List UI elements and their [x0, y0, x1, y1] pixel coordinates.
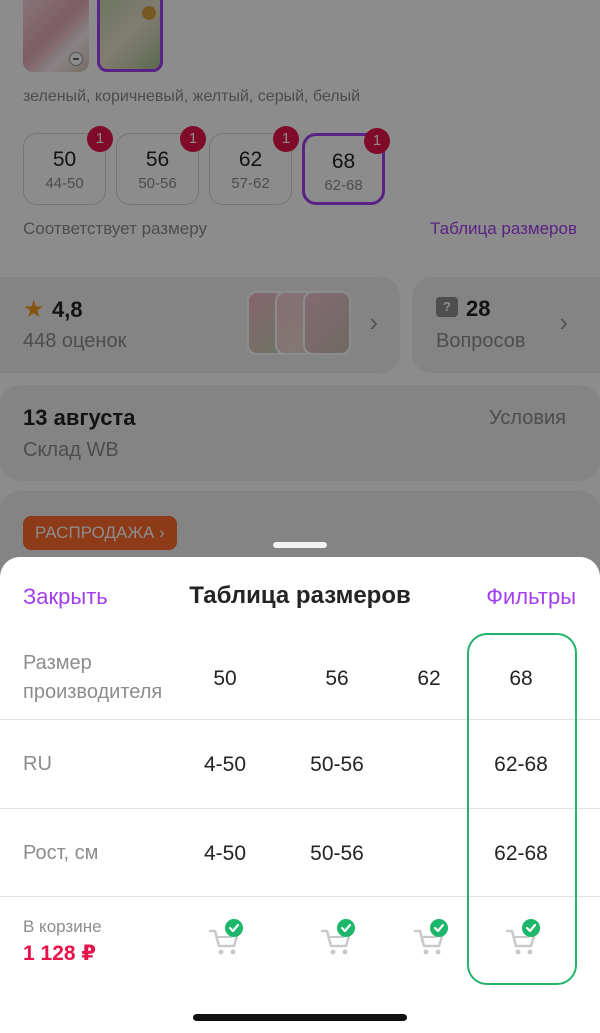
- table-cell: 4-50: [203, 753, 247, 776]
- row-label: Рост, см: [23, 842, 99, 864]
- table-cell: 50-56: [310, 753, 364, 776]
- cart-added-icon[interactable]: [206, 917, 246, 957]
- row-label: RU: [23, 753, 52, 775]
- filters-button[interactable]: Фильтры: [486, 584, 576, 610]
- table-cell: 50: [213, 667, 237, 690]
- table-cell: 62: [417, 667, 441, 690]
- home-indicator[interactable]: [193, 1014, 407, 1021]
- cart-price: 1 128 ₽: [23, 942, 96, 965]
- cart-label: В корзине: [23, 917, 102, 936]
- cart-added-icon[interactable]: [411, 917, 451, 957]
- table-cell: 50-56: [310, 842, 364, 865]
- cart-added-icon[interactable]: [318, 917, 358, 957]
- table-cell: 4-50: [203, 842, 247, 865]
- selected-size-column-highlight: [467, 633, 577, 985]
- table-cell: 56: [325, 667, 349, 690]
- sheet-drag-handle[interactable]: [273, 542, 327, 548]
- row-label: Размер производителя: [23, 652, 163, 703]
